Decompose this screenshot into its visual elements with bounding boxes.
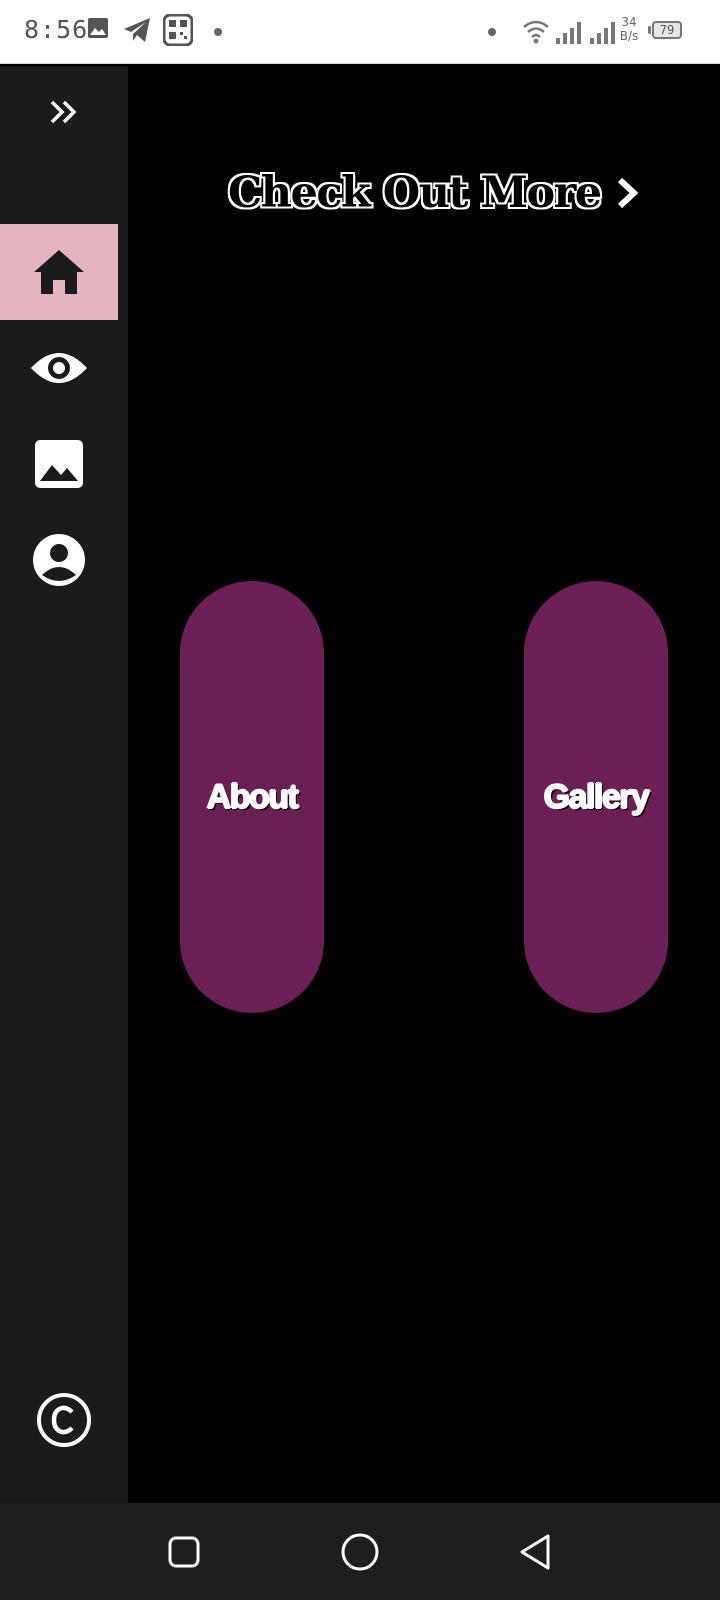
sidebar-item-profile[interactable] bbox=[0, 512, 118, 608]
gallery-button[interactable]: Gallery bbox=[524, 581, 668, 1013]
home-icon bbox=[34, 250, 84, 294]
double-chevron-right-icon bbox=[50, 100, 77, 124]
battery-level: 79 bbox=[659, 23, 675, 37]
expand-sidebar-button[interactable] bbox=[34, 90, 94, 134]
recents-square-icon bbox=[168, 1536, 200, 1568]
system-navigation-bar bbox=[0, 1503, 720, 1600]
sidebar-item-home[interactable] bbox=[0, 224, 118, 320]
gallery-button-label: Gallery bbox=[543, 777, 650, 816]
battery-icon: 79 bbox=[648, 21, 684, 41]
sidebar-item-gallery[interactable] bbox=[0, 416, 118, 512]
sidebar bbox=[0, 66, 128, 1503]
image-notification-icon bbox=[86, 16, 110, 45]
headline-text: Check Out More bbox=[228, 168, 602, 218]
eye-icon bbox=[31, 353, 87, 383]
back-button[interactable] bbox=[514, 1530, 558, 1574]
home-button[interactable] bbox=[338, 1530, 382, 1574]
back-triangle-icon bbox=[520, 1534, 550, 1570]
wifi-icon bbox=[522, 18, 550, 49]
check-out-more-link[interactable]: Check Out More bbox=[228, 168, 641, 218]
signal-icon bbox=[556, 22, 584, 49]
home-circle-icon bbox=[341, 1533, 379, 1571]
network-speed-unit: B/s bbox=[619, 29, 639, 43]
status-time: 8:56 bbox=[24, 15, 89, 44]
network-speed-value: 34 bbox=[621, 15, 637, 29]
notification-dot-icon bbox=[488, 28, 496, 36]
image-icon bbox=[35, 440, 83, 488]
status-bar: 8:56 34 B/s 79 bbox=[0, 0, 720, 64]
account-circle-icon bbox=[33, 534, 85, 586]
copyright-icon bbox=[37, 1393, 91, 1447]
sidebar-item-views[interactable] bbox=[0, 320, 118, 416]
about-button-label: About bbox=[206, 777, 299, 816]
telegram-icon bbox=[122, 16, 152, 49]
copyright-button[interactable] bbox=[34, 1390, 94, 1450]
chevron-right-icon bbox=[615, 176, 641, 210]
app-screen: 8:56 34 B/s 79 Check Out More About Gall… bbox=[0, 0, 720, 1600]
notification-dot-icon bbox=[214, 28, 222, 36]
about-button[interactable]: About bbox=[180, 581, 324, 1013]
qr-scanner-icon bbox=[162, 13, 194, 51]
network-speed: 34 B/s bbox=[614, 15, 644, 43]
recents-button[interactable] bbox=[162, 1530, 206, 1574]
